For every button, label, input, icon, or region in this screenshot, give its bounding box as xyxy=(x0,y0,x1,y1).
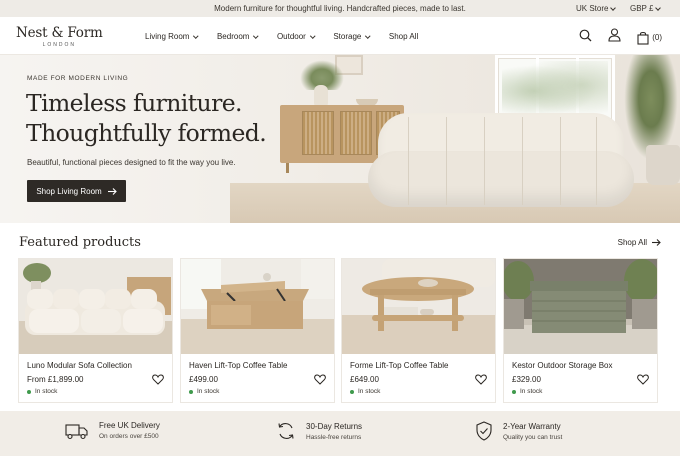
wishlist-heart-icon[interactable] xyxy=(152,372,164,390)
hero-eyebrow: MADE FOR MODERN LIVING xyxy=(27,75,129,82)
stock-label: In stock xyxy=(197,388,220,395)
hero-banner: MADE FOR MODERN LIVING Timeless furnitur… xyxy=(0,55,680,223)
benefit-subtitle: On orders over £500 xyxy=(99,433,159,440)
stock-status: In stock xyxy=(189,388,219,395)
nav-label: Outdoor xyxy=(276,32,306,41)
benefit-delivery: Free UK Delivery On orders over £500 xyxy=(65,421,160,440)
hero-headline: Timeless furniture. Thoughtfully formed. xyxy=(26,88,267,148)
cart-button[interactable]: (0) xyxy=(637,31,662,45)
returns-icon xyxy=(278,423,294,439)
product-card[interactable]: Forme Lift-Top Coffee Table £649.00 In s… xyxy=(341,258,496,403)
benefit-subtitle: Hassle-free returns xyxy=(306,433,362,441)
stock-status: In stock xyxy=(350,388,380,395)
product-image[interactable] xyxy=(181,259,334,354)
hero-pot xyxy=(646,145,680,185)
shop-all-label: Shop All xyxy=(617,238,647,247)
hero-lead: Beautiful, functional pieces designed to… xyxy=(27,158,236,167)
nav-item-bedroom[interactable]: Bedroom xyxy=(216,32,259,41)
hero-vase xyxy=(314,85,328,107)
currency-selector[interactable]: GBP £ xyxy=(630,4,662,13)
stock-status: In stock xyxy=(512,388,542,395)
cta-label: Shop Living Room xyxy=(36,186,102,196)
benefits-bar: Free UK Delivery On orders over £500 30-… xyxy=(0,411,680,456)
stock-status: In stock xyxy=(27,388,57,395)
chevron-down-icon xyxy=(655,4,662,11)
chevron-down-icon xyxy=(610,4,617,11)
product-name[interactable]: Kestor Outdoor Storage Box xyxy=(512,361,613,370)
product-card[interactable]: Luno Modular Sofa Collection From £1,899… xyxy=(18,258,173,403)
product-card[interactable]: Kestor Outdoor Storage Box £329.00 In st… xyxy=(503,258,658,403)
brand-location: LONDON xyxy=(42,42,76,48)
hero-headline-line2: Thoughtfully formed. xyxy=(26,119,267,147)
product-name[interactable]: Luno Modular Sofa Collection xyxy=(27,361,132,370)
chevron-down-icon xyxy=(253,33,259,38)
benefit-title: 30-Day Returns xyxy=(306,421,363,431)
currency-label: GBP £ xyxy=(630,4,654,13)
logo[interactable]: Nest & Form LONDON xyxy=(16,25,103,48)
product-name[interactable]: Haven Lift-Top Coffee Table xyxy=(189,361,287,370)
wishlist-heart-icon[interactable] xyxy=(637,372,649,390)
hero-headline-line1: Timeless furniture. xyxy=(26,89,243,117)
nav-item-storage[interactable]: Storage xyxy=(333,32,371,41)
shop-living-room-button[interactable]: Shop Living Room xyxy=(27,180,126,202)
benefit-title: 2-Year Warranty xyxy=(503,421,561,431)
benefit-title: Free UK Delivery xyxy=(99,421,160,430)
announcement-bar: Modern furniture for thoughtful living. … xyxy=(0,0,680,17)
chevron-down-icon xyxy=(193,33,199,38)
truck-icon xyxy=(65,423,88,439)
featured-title: Featured products xyxy=(19,235,141,250)
wishlist-heart-icon[interactable] xyxy=(314,372,326,390)
chevron-down-icon xyxy=(365,33,371,38)
arrow-right-icon xyxy=(652,239,661,246)
product-price: £649.00 xyxy=(350,375,379,384)
product-image[interactable] xyxy=(342,259,495,354)
in-stock-dot-icon xyxy=(189,389,193,394)
product-name[interactable]: Forme Lift-Top Coffee Table xyxy=(350,361,448,370)
stock-label: In stock xyxy=(520,388,543,395)
nav-label: Living Room xyxy=(145,32,190,41)
benefit-subtitle: Quality you can trust xyxy=(503,433,563,441)
store-label: UK Store xyxy=(576,4,609,13)
user-icon[interactable] xyxy=(608,28,621,47)
main-nav: Living Room Bedroom Outdoor Storage Shop… xyxy=(145,32,437,41)
header-actions: (0) xyxy=(579,28,662,47)
store-selector[interactable]: UK Store xyxy=(576,4,617,13)
brand-name: Nest & Form xyxy=(16,25,103,41)
nav-item-living-room[interactable]: Living Room xyxy=(145,32,199,41)
nav-item-outdoor[interactable]: Outdoor xyxy=(276,32,316,41)
product-price: From £1,899.00 xyxy=(27,375,84,384)
shield-check-icon xyxy=(476,421,492,441)
benefit-warranty: 2-Year Warranty Quality you can trust xyxy=(475,421,562,441)
arrow-right-icon xyxy=(107,187,117,195)
stock-label: In stock xyxy=(35,388,58,395)
product-image[interactable] xyxy=(19,259,172,354)
in-stock-dot-icon xyxy=(512,389,516,394)
site-header: Nest & Form LONDON Living Room Bedroom O… xyxy=(0,17,680,55)
benefit-returns: 30-Day Returns Hassle-free returns xyxy=(276,421,362,441)
cart-count: (0) xyxy=(652,33,662,42)
shop-all-link[interactable]: Shop All xyxy=(618,238,661,247)
nav-label: Storage xyxy=(333,32,362,41)
hero-window-greenery xyxy=(502,61,608,121)
nav-label: Shop All xyxy=(388,32,419,41)
search-icon[interactable] xyxy=(579,29,592,47)
product-image[interactable] xyxy=(504,259,657,354)
wishlist-heart-icon[interactable] xyxy=(475,372,487,390)
in-stock-dot-icon xyxy=(27,389,31,394)
chevron-down-icon xyxy=(310,33,316,38)
product-card[interactable]: Haven Lift-Top Coffee Table £499.00 In s… xyxy=(180,258,335,403)
product-price: £329.00 xyxy=(512,375,541,384)
nav-label: Bedroom xyxy=(216,32,250,41)
bag-icon xyxy=(637,31,649,45)
hero-sofa-image xyxy=(368,113,634,213)
in-stock-dot-icon xyxy=(350,389,354,394)
product-price: £499.00 xyxy=(189,375,218,384)
stock-label: In stock xyxy=(358,388,381,395)
nav-item-shop-all[interactable]: Shop All xyxy=(389,32,418,41)
